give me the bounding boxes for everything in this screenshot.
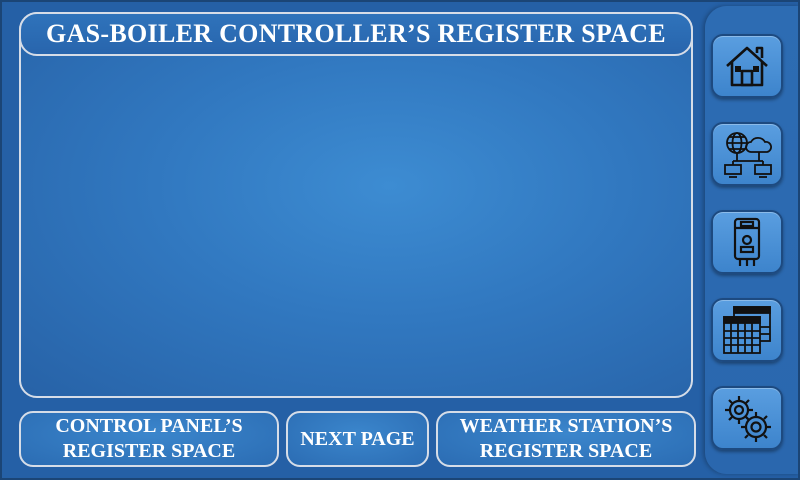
register-space-panel: [19, 12, 693, 398]
control-panel-register-button[interactable]: CONTROL PANEL’S REGISTER SPACE: [19, 411, 279, 467]
gears-icon: [725, 396, 771, 442]
home-icon: [726, 46, 768, 87]
network-button[interactable]: [711, 122, 783, 186]
home-button[interactable]: [711, 34, 783, 98]
next-page-label: NEXT PAGE: [300, 427, 415, 450]
settings-button[interactable]: [711, 386, 783, 450]
weather-station-register-button[interactable]: WEATHER STATION’S REGISTER SPACE: [436, 411, 696, 467]
control-panel-register-label: CONTROL PANEL’S REGISTER SPACE: [55, 415, 243, 462]
network-cloud-icon: [724, 132, 772, 178]
boiler-icon: [733, 217, 761, 266]
title-bar: GAS-BOILER CONTROLLER’S REGISTER SPACE: [19, 12, 693, 56]
weather-station-register-label: WEATHER STATION’S REGISTER SPACE: [459, 415, 673, 462]
boiler-button[interactable]: [711, 210, 783, 274]
page-title: GAS-BOILER CONTROLLER’S REGISTER SPACE: [46, 19, 666, 48]
calendar-button[interactable]: [711, 298, 783, 362]
next-page-button[interactable]: NEXT PAGE: [286, 411, 429, 467]
calendar-icon: [723, 306, 771, 354]
